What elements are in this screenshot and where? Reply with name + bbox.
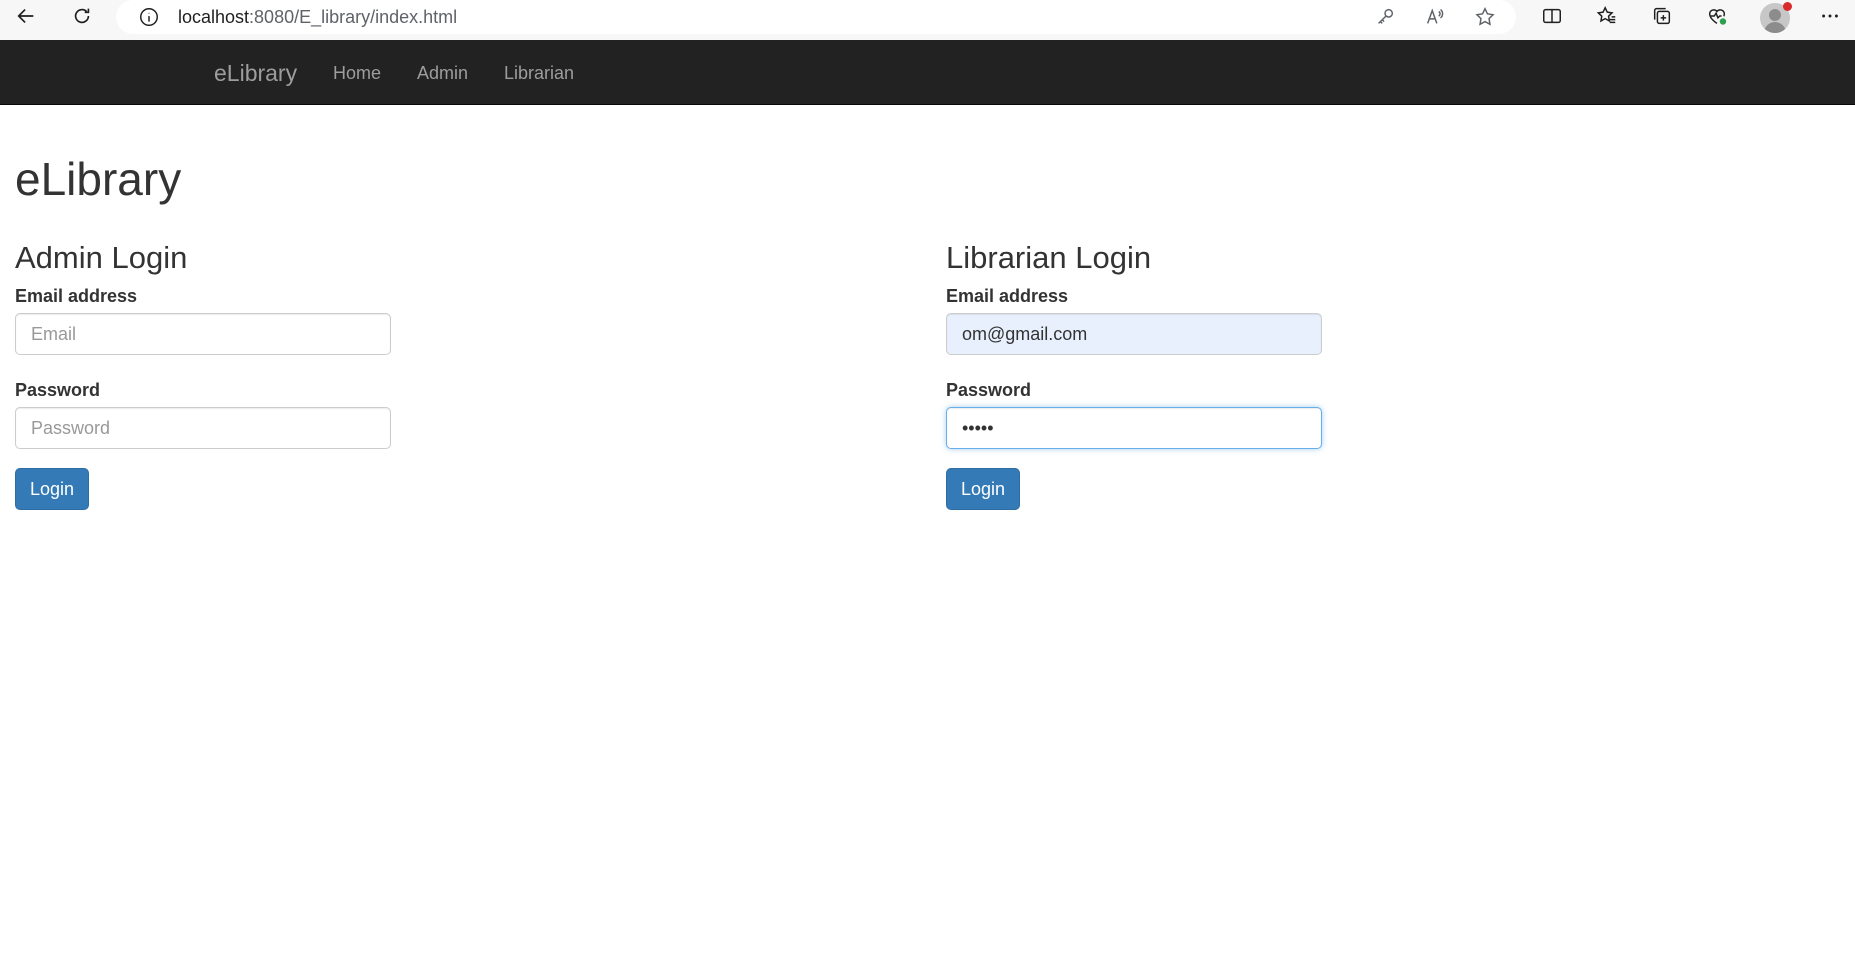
admin-login-heading: Admin Login <box>15 240 188 275</box>
notification-dot <box>1783 2 1792 11</box>
more-options-icon[interactable] <box>1812 0 1848 32</box>
librarian-password-input[interactable] <box>946 407 1322 449</box>
librarian-password-label: Password <box>946 380 1032 400</box>
admin-email-input[interactable] <box>15 313 391 355</box>
admin-login-form: Admin Login Email address Password Login <box>15 240 395 510</box>
admin-password-input[interactable] <box>15 407 391 449</box>
site-info-icon[interactable] <box>138 6 160 28</box>
admin-email-label: Email address <box>15 286 138 306</box>
nav-link-admin[interactable]: Admin <box>417 62 468 84</box>
address-bar[interactable]: localhost:8080/E_library/index.html <box>116 0 1516 34</box>
browser-essentials-icon[interactable] <box>1699 0 1735 32</box>
librarian-login-form: Librarian Login Email address Password L… <box>946 240 1326 510</box>
collections-icon[interactable] <box>1644 0 1680 32</box>
url-text: localhost:8080/E_library/index.html <box>178 7 458 27</box>
top-navbar: eLibrary Home Admin Librarian <box>0 40 1855 105</box>
favorites-icon[interactable] <box>1589 0 1625 32</box>
admin-password-label: Password <box>15 380 101 400</box>
password-key-icon[interactable] <box>1372 4 1398 30</box>
navbar-brand[interactable]: eLibrary <box>214 60 297 86</box>
nav-link-home[interactable]: Home <box>333 62 381 84</box>
librarian-login-heading: Librarian Login <box>946 240 1152 275</box>
favorite-star-icon[interactable] <box>1472 4 1498 30</box>
admin-login-button[interactable]: Login <box>15 468 90 510</box>
browser-toolbar: localhost:8080/E_library/index.html <box>0 0 1855 40</box>
page-title: eLibrary <box>15 153 182 205</box>
librarian-email-input[interactable] <box>946 313 1322 355</box>
back-icon[interactable] <box>8 0 44 32</box>
read-aloud-icon[interactable] <box>1422 4 1448 30</box>
librarian-login-button[interactable]: Login <box>946 468 1021 510</box>
nav-link-librarian[interactable]: Librarian <box>504 62 574 84</box>
librarian-email-label: Email address <box>946 286 1069 306</box>
split-screen-icon[interactable] <box>1534 0 1570 32</box>
refresh-icon[interactable] <box>64 0 100 32</box>
